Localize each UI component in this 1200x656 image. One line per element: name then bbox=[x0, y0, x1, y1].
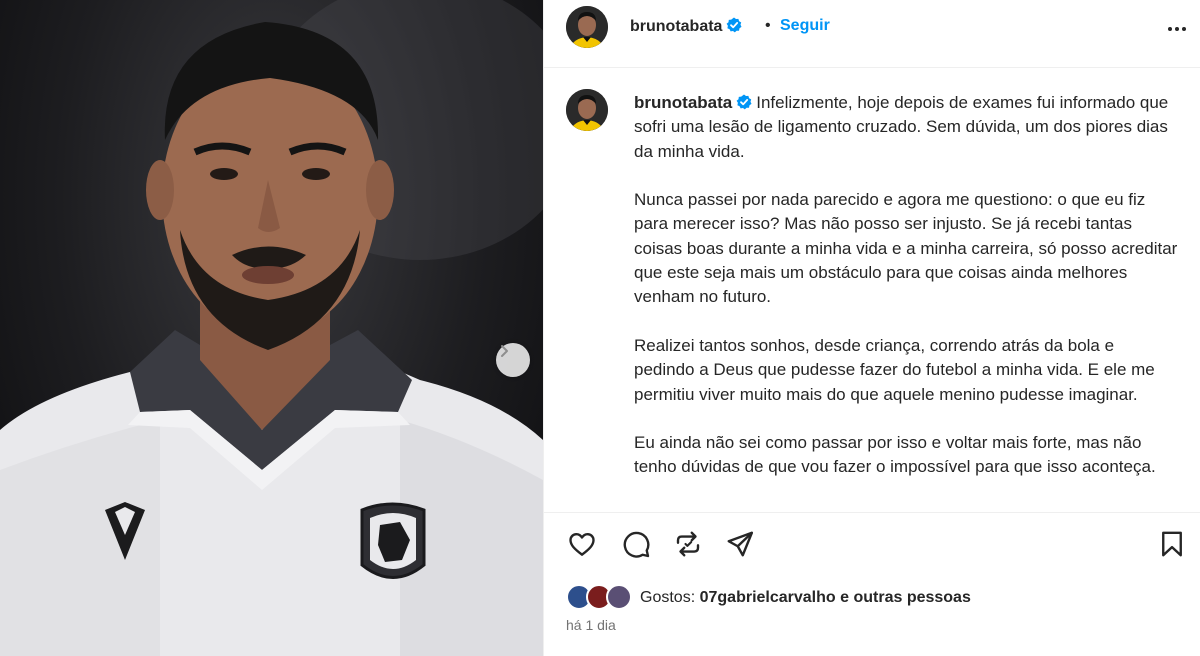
caption-paragraph: brunotabata Infelizmente, hoje depois de … bbox=[634, 91, 1179, 164]
avatar-image bbox=[566, 89, 608, 131]
username-text[interactable]: brunotabata bbox=[630, 18, 722, 35]
caption-scroll-area[interactable]: brunotabata Infelizmente, hoje depois de … bbox=[544, 69, 1200, 513]
save-button[interactable] bbox=[1156, 528, 1188, 560]
share-icon bbox=[727, 531, 754, 557]
post-photo bbox=[0, 0, 543, 656]
post-actions bbox=[544, 528, 1200, 568]
caption-paragraph: Eu ainda não sei como passar por isso e … bbox=[634, 433, 1156, 477]
likes-summary: Gostos: 07gabrielcarvalho e outras pesso… bbox=[566, 584, 1186, 614]
like-button[interactable] bbox=[566, 528, 598, 560]
liker-username[interactable]: 07gabrielcarvalho bbox=[700, 589, 836, 606]
separator-dot: • bbox=[765, 17, 771, 34]
liker-avatar bbox=[606, 584, 632, 610]
post-sidebar: brunotabata • Seguir brunotabata Infelizm… bbox=[543, 0, 1200, 656]
comment-button[interactable] bbox=[620, 528, 652, 560]
author-username[interactable]: brunotabata bbox=[630, 17, 742, 36]
bookmark-icon bbox=[1162, 531, 1182, 557]
repost-button[interactable] bbox=[672, 528, 704, 560]
avatar-image bbox=[566, 6, 608, 48]
caption-paragraph: Realizei tantos sonhos, desde criança, c… bbox=[634, 335, 1155, 404]
post-header: brunotabata • Seguir bbox=[544, 0, 1200, 68]
repost-icon bbox=[676, 531, 700, 557]
verified-badge-icon bbox=[727, 17, 742, 33]
caption-paragraph: Nunca passei por nada parecido e agora m… bbox=[634, 190, 1178, 307]
likes-prefix: Gostos: bbox=[640, 589, 696, 606]
chevron-right-icon bbox=[501, 345, 508, 357]
liker-avatars[interactable] bbox=[566, 584, 636, 612]
next-media-button[interactable] bbox=[496, 343, 530, 377]
post-caption: brunotabata Infelizmente, hoje depois de … bbox=[634, 91, 1179, 504]
share-button[interactable] bbox=[724, 528, 756, 560]
caption-avatar[interactable] bbox=[566, 89, 608, 131]
heart-icon bbox=[569, 532, 595, 556]
verified-badge-icon bbox=[736, 94, 752, 110]
follow-button[interactable]: Seguir bbox=[780, 17, 830, 35]
more-options-icon[interactable] bbox=[1168, 22, 1190, 36]
post-timestamp[interactable]: há 1 dia bbox=[566, 617, 616, 633]
likes-text: Gostos: 07gabrielcarvalho e outras pesso… bbox=[640, 589, 971, 607]
caption-username[interactable]: brunotabata bbox=[634, 93, 732, 112]
likes-others[interactable]: e outras pessoas bbox=[840, 589, 971, 606]
post-media[interactable] bbox=[0, 0, 543, 656]
author-avatar[interactable] bbox=[566, 6, 608, 48]
comment-icon bbox=[623, 531, 650, 558]
